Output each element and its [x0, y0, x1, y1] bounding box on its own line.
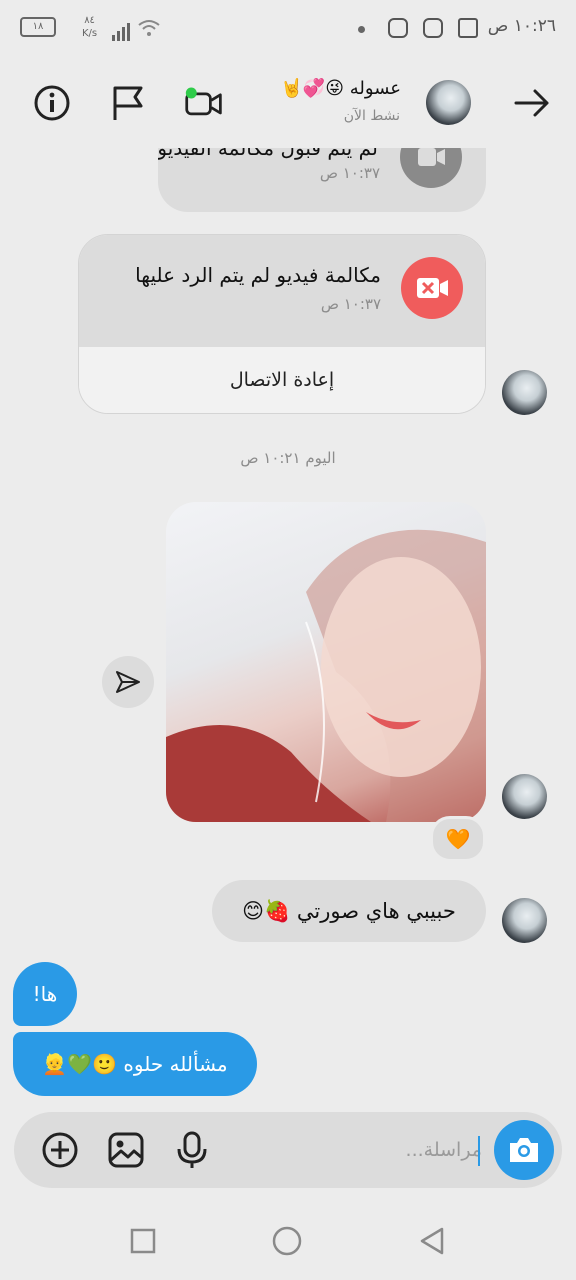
camera-button[interactable]: [494, 1120, 554, 1180]
battery-indicator: ١٨: [20, 17, 56, 37]
network-speed-unit: K/s: [82, 28, 98, 39]
sender-avatar: [502, 898, 547, 943]
active-status: نشط الآن: [343, 108, 400, 124]
flag-icon[interactable]: [108, 83, 148, 123]
message-input[interactable]: مراسلة...: [244, 1112, 482, 1188]
gallery-icon[interactable]: [106, 1130, 146, 1170]
missed-video-call-icon: [401, 257, 463, 319]
reaction-badge[interactable]: 🧡: [430, 816, 486, 862]
network-speed-value: ٨٤: [84, 15, 95, 26]
media-icon: [458, 18, 478, 38]
outgoing-message[interactable]: مشألله حلوه 🙂💚👱: [13, 1032, 257, 1096]
notification-dot-icon: [358, 26, 365, 33]
sender-avatar: [502, 370, 547, 415]
wifi-icon: [138, 18, 160, 42]
arrow-right-icon[interactable]: [512, 83, 552, 123]
instagram-icon: [388, 18, 408, 38]
system-nav-bar: [0, 1200, 576, 1280]
call-card-body: مكالمة فيديو لم يتم الرد عليها ١٠:٣٧ ص: [79, 235, 485, 347]
network-speed: ٨٤ K/s: [82, 14, 97, 40]
status-bar: ١٨ ٨٤ K/s ١٠:٢٦ ص: [0, 0, 576, 58]
status-time: ١٠:٢٦ ص: [487, 16, 556, 36]
back-icon[interactable]: [418, 1226, 446, 1256]
call-title: مكالمة فيديو لم يتم الرد عليها: [135, 263, 381, 287]
camera-icon: [506, 1132, 542, 1172]
text-cursor: [478, 1136, 480, 1166]
instagram-icon: [423, 18, 443, 38]
microphone-icon[interactable]: [172, 1130, 212, 1170]
redial-button[interactable]: إعادة الاتصال: [79, 348, 485, 413]
recents-icon[interactable]: [130, 1228, 156, 1254]
call-time: ١٠:٣٧ ص: [319, 164, 380, 182]
day-separator: اليوم ١٠:٢١ ص: [240, 449, 336, 467]
call-time: ١٠:٣٧ ص: [320, 295, 381, 313]
incoming-message[interactable]: حبيبي هاي صورتي 🍓😊: [212, 880, 486, 942]
chat-header: عسوله 😜💞🤘 نشط الآن: [0, 58, 576, 148]
share-button[interactable]: [102, 656, 154, 708]
contact-avatar[interactable]: [426, 80, 471, 125]
send-icon: [114, 668, 142, 700]
plus-icon[interactable]: [40, 1130, 80, 1170]
sender-avatar: [502, 774, 547, 819]
contact-name[interactable]: عسوله 😜💞🤘: [280, 78, 401, 99]
info-icon[interactable]: [32, 83, 72, 123]
home-icon[interactable]: [272, 1226, 302, 1256]
call-card-missed: مكالمة فيديو لم يتم الرد عليها ١٠:٣٧ ص إ…: [78, 234, 486, 414]
video-camera-icon[interactable]: [184, 83, 224, 123]
signal-icon: [112, 22, 132, 41]
message-composer: مراسلة...: [14, 1112, 562, 1188]
photo-message[interactable]: [166, 502, 486, 822]
outgoing-message[interactable]: ها!: [13, 962, 77, 1026]
